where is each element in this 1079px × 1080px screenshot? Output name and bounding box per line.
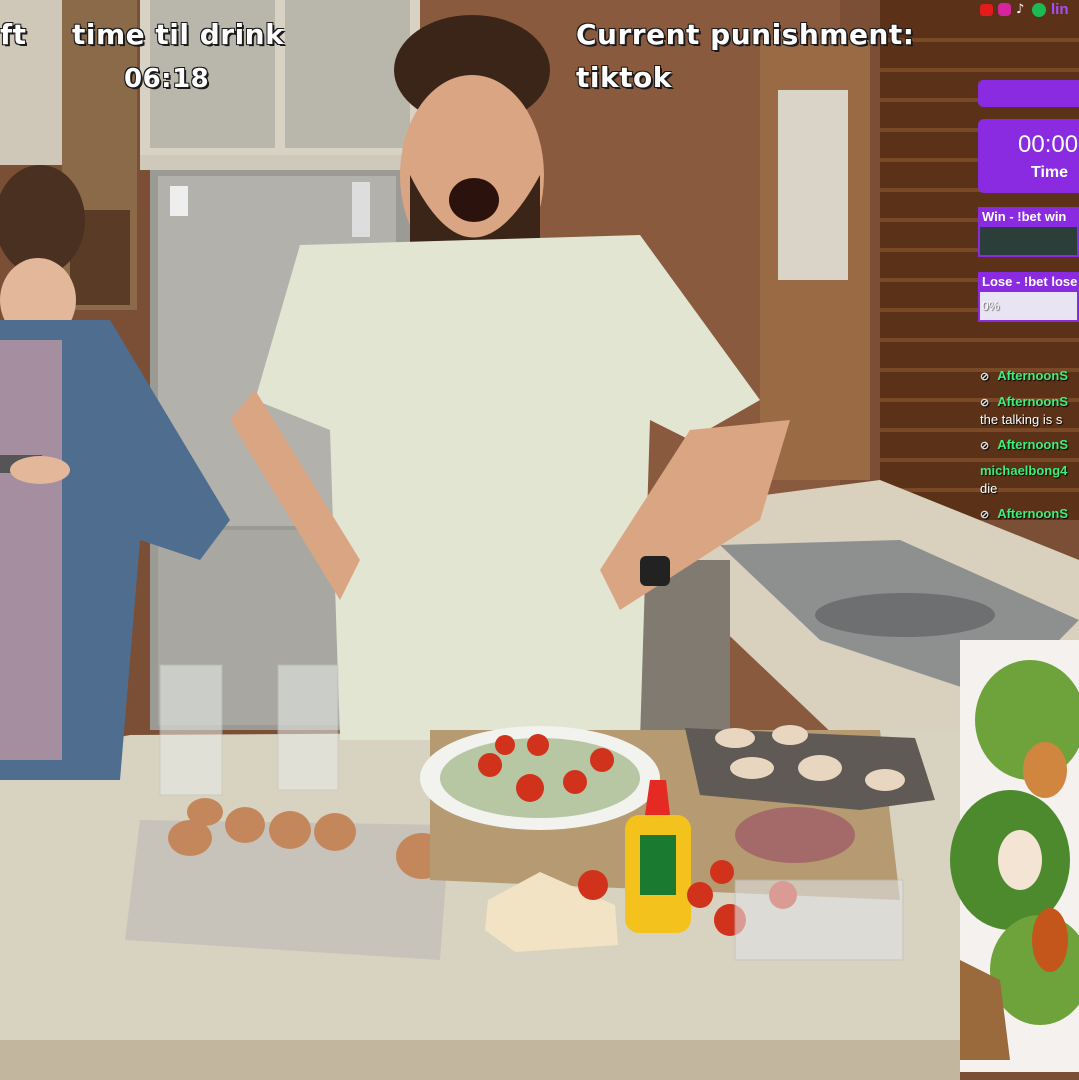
chat-badge-icon: ⊘ — [980, 397, 990, 409]
social-link-text[interactable]: lin — [1051, 1, 1069, 18]
tiktok-icon[interactable]: ♪ — [1016, 2, 1024, 17]
left-fragment-text: ft — [0, 18, 27, 51]
bet-lose-percent: 0% — [982, 299, 1000, 313]
drink-timer-value: 06:18 — [124, 64, 210, 94]
chat-message: ⊘ AfternoonS — [980, 368, 1068, 383]
chat-message-text: die — [980, 481, 997, 496]
stream-video-frame — [0, 0, 1079, 1080]
timer-time: 00:00 — [1018, 131, 1079, 158]
chat-badge-icon: ⊘ — [980, 440, 990, 452]
chat-message-body: the talking is s — [980, 412, 1063, 427]
bet-lose-bar: 0% — [978, 290, 1079, 322]
chat-message: michaelbong4 — [980, 463, 1067, 478]
chat-message-text: the talking is s — [980, 412, 1062, 427]
kitchen-scene — [0, 0, 1079, 1080]
drink-timer-label: time til drink — [72, 18, 285, 51]
punishment-label: Current punishment: — [576, 18, 915, 51]
prediction-header-bar — [978, 80, 1079, 107]
youtube-icon[interactable] — [980, 4, 993, 16]
chat-badge-icon: ⊘ — [980, 509, 990, 521]
chat-message: ⊘ AfternoonS — [980, 437, 1068, 452]
timer-widget: 00:00 Time — [978, 119, 1079, 193]
chat-message: ⊘ AfternoonS — [980, 394, 1068, 409]
punishment-value: tiktok — [576, 61, 672, 94]
chat-username: AfternoonS — [997, 368, 1068, 383]
chat-message: ⊘ AfternoonS — [980, 506, 1068, 521]
chat-username: AfternoonS — [997, 394, 1068, 409]
chat-username: AfternoonS — [997, 506, 1068, 521]
chat-username: AfternoonS — [997, 437, 1068, 452]
social-links-bar: ♪ lin — [978, 1, 1079, 20]
bet-lose-label: Lose - !bet lose — [978, 272, 1079, 291]
instagram-icon[interactable] — [998, 3, 1011, 16]
chat-message-body: die — [980, 481, 998, 496]
timer-label: Time — [1031, 164, 1069, 181]
bet-win-label: Win - !bet win — [978, 207, 1079, 226]
spotify-icon[interactable] — [1032, 3, 1046, 17]
chat-username: michaelbong4 — [980, 463, 1068, 478]
chat-badge-icon: ⊘ — [980, 371, 990, 383]
bet-win-bar — [978, 225, 1079, 257]
